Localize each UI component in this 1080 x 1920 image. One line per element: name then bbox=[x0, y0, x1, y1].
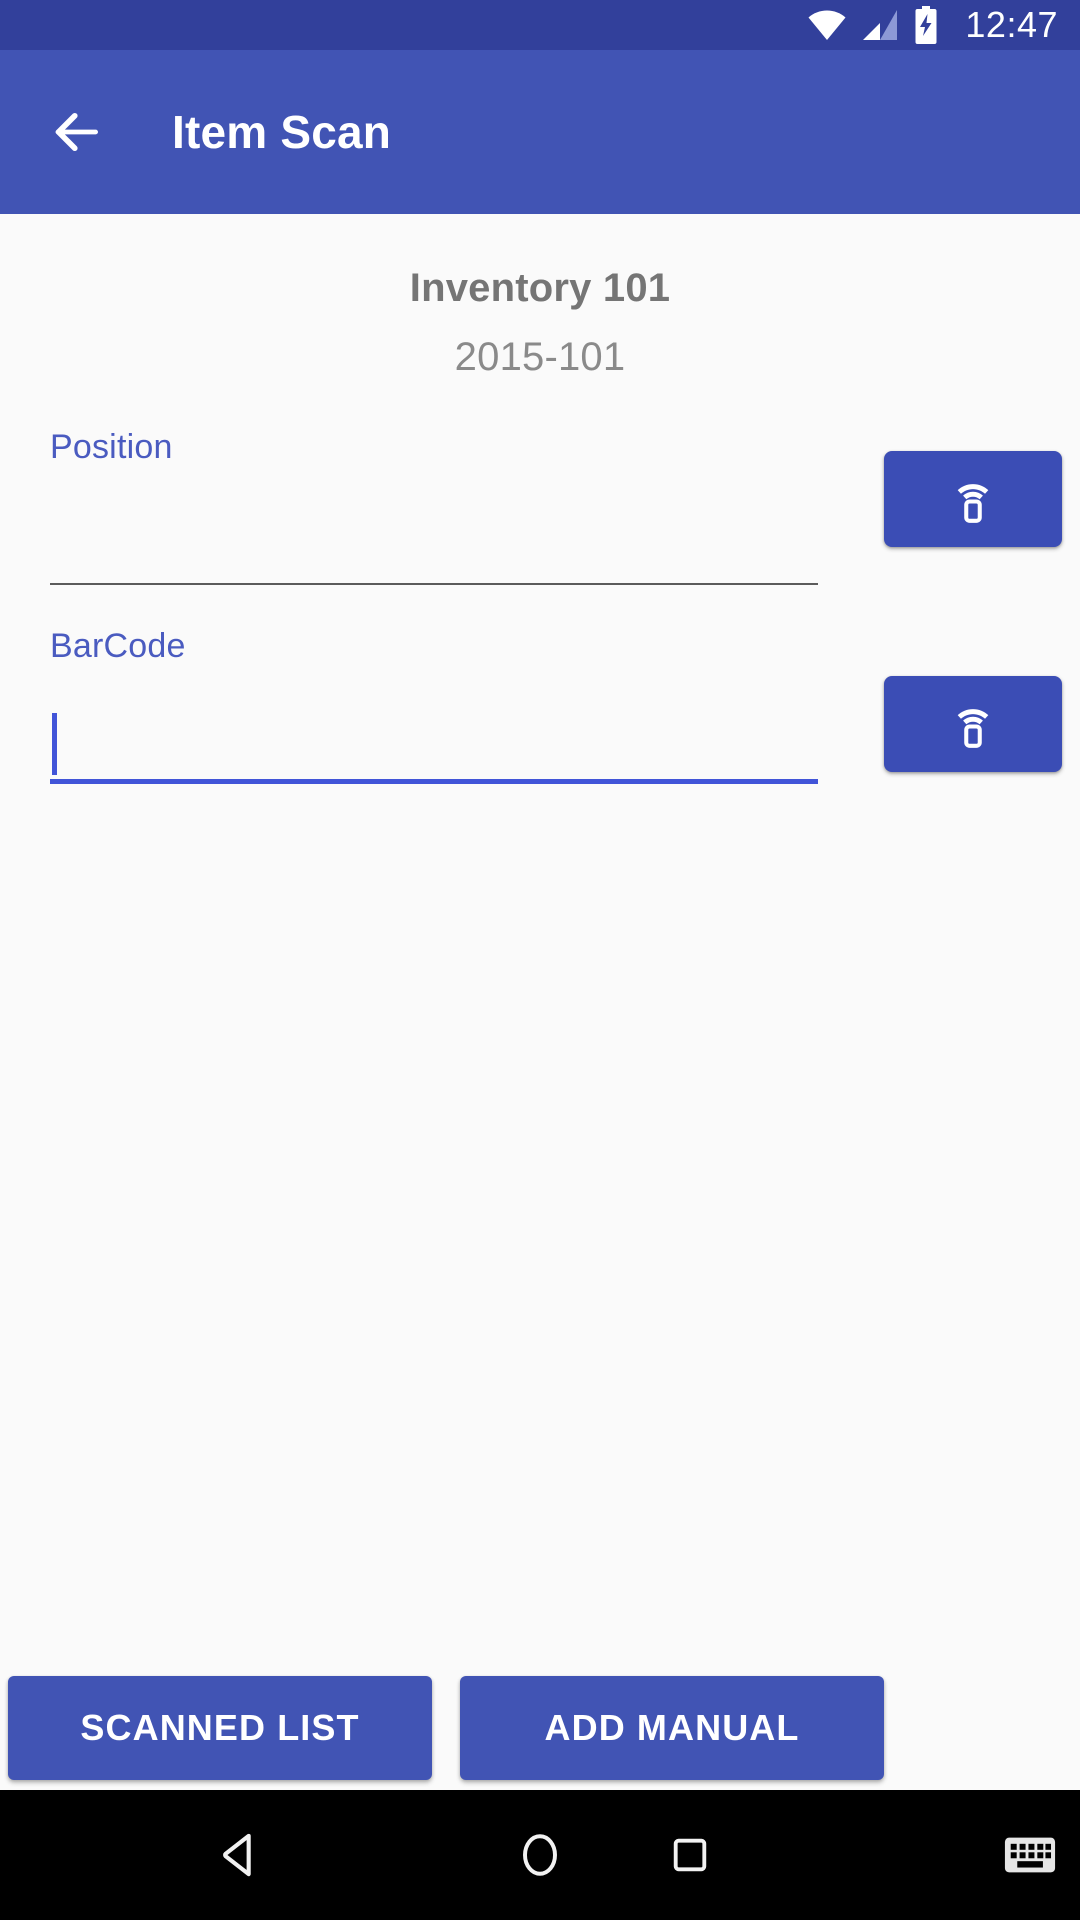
position-input-wrap bbox=[50, 467, 818, 585]
position-field-row bbox=[50, 451, 1062, 585]
nav-recents-icon bbox=[673, 1838, 707, 1872]
status-bar-clock: 12:47 bbox=[965, 4, 1058, 45]
android-navigation-bar bbox=[0, 1790, 1080, 1920]
settings-remote-icon bbox=[957, 484, 989, 523]
nav-back-icon bbox=[223, 1833, 251, 1877]
nav-keyboard-button[interactable] bbox=[980, 1790, 1080, 1920]
phone-screen: 12:47 Item Scan Inventory 101 2015-101 P… bbox=[0, 0, 1080, 1920]
inventory-code: 2015-101 bbox=[454, 335, 626, 379]
app-bar: Item Scan bbox=[0, 50, 1080, 214]
barcode-input-wrap bbox=[50, 666, 818, 784]
nav-recents-button[interactable] bbox=[610, 1790, 770, 1920]
cellular-signal-icon bbox=[863, 10, 898, 40]
status-bar-icons: 12:47 bbox=[807, 6, 1058, 44]
barcode-field-group: BarCode bbox=[50, 627, 1062, 784]
settings-remote-icon bbox=[957, 709, 989, 748]
page-title: Item Scan bbox=[172, 106, 392, 158]
position-input-underline bbox=[50, 583, 818, 585]
scanned-list-button[interactable]: SCANNED LIST bbox=[8, 1676, 432, 1780]
bottom-action-bar: SCANNED LIST ADD MANUAL bbox=[0, 1666, 1080, 1790]
back-button[interactable] bbox=[22, 77, 132, 187]
inventory-name: Inventory 101 bbox=[409, 266, 671, 310]
barcode-field-row bbox=[50, 666, 1062, 784]
barcode-scan-button[interactable] bbox=[884, 676, 1062, 772]
nav-back-button[interactable] bbox=[160, 1790, 320, 1920]
position-field-group: Position bbox=[50, 428, 1062, 585]
position-label: Position bbox=[50, 428, 173, 466]
add-manual-button[interactable]: ADD MANUAL bbox=[460, 1676, 884, 1780]
position-scan-button[interactable] bbox=[884, 451, 1062, 547]
battery-charging-icon bbox=[915, 6, 937, 44]
barcode-label: BarCode bbox=[50, 627, 186, 665]
barcode-input[interactable] bbox=[50, 688, 818, 784]
main-content: Inventory 101 2015-101 Position BarCode bbox=[0, 214, 1080, 1658]
status-bar: 12:47 bbox=[0, 0, 1080, 50]
nav-home-button[interactable] bbox=[460, 1790, 620, 1920]
nav-home-icon bbox=[523, 1834, 557, 1876]
barcode-input-underline bbox=[50, 779, 818, 784]
arrow-back-icon bbox=[55, 112, 98, 152]
nav-keyboard-icon bbox=[1004, 1837, 1056, 1873]
position-input[interactable] bbox=[50, 489, 818, 585]
wifi-icon bbox=[808, 10, 846, 40]
